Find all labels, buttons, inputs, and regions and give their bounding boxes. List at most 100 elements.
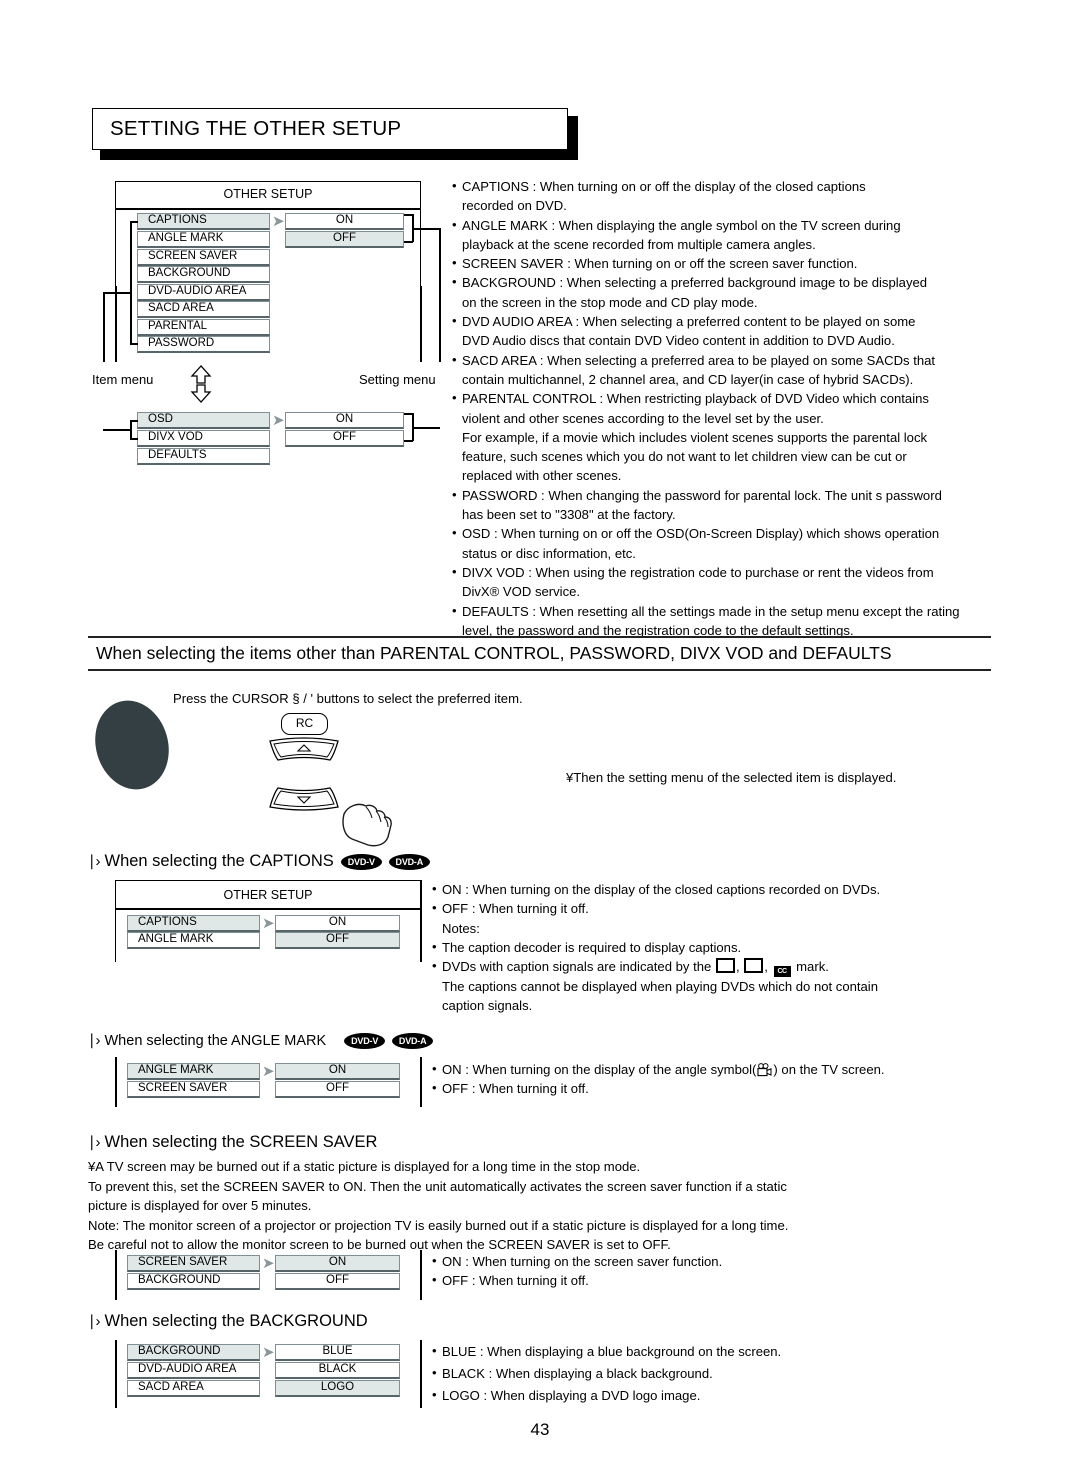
captions-osd-divider	[116, 908, 420, 910]
ss-para-line: ¥A TV screen may be burned out if a stat…	[88, 1159, 641, 1174]
angle-mark-notes-list: ON : When turning on the display of the …	[432, 1059, 977, 1099]
lower-setting-bracket-bottom	[404, 440, 413, 442]
desc-line: DIVX VOD : When using the registration c…	[452, 562, 982, 582]
captions-mark-line-post: mark.	[796, 959, 829, 975]
desc-line: replaced with other scenes.	[462, 468, 622, 484]
desc-line: DEFAULTS : When resetting all the settin…	[452, 601, 982, 621]
ss-item-row-background[interactable]: BACKGROUND	[127, 1273, 260, 1290]
background-heading-text: When selecting the BACKGROUND	[104, 1312, 368, 1330]
bg-setting-row-black[interactable]: BLACK	[275, 1362, 400, 1379]
captions-item-row-captions[interactable]: CAPTIONS	[127, 915, 260, 932]
ss-left-rule	[115, 1250, 117, 1300]
chevron-right-icon-captions: ➤	[262, 915, 275, 932]
badge-dvd-v: DVD-V	[340, 853, 382, 870]
setting-frame-right	[420, 286, 422, 362]
captions-notes-list: ON : When turning on the display of the …	[432, 879, 977, 1016]
angle-item-row-angle-mark[interactable]: ANGLE MARK	[127, 1063, 260, 1080]
page-title: SETTING THE OTHER SETUP	[110, 117, 402, 140]
cursor-up-button-icon[interactable]	[268, 737, 340, 763]
lower-setting-leader-h	[412, 427, 440, 429]
caption-mark-icon-1	[715, 958, 735, 974]
lower-item-bracket-bottom	[130, 438, 138, 440]
desc-line: PASSWORD : When changing the password fo…	[452, 485, 982, 505]
page-number: 43	[530, 1420, 550, 1439]
desc-line: OSD : When turning on or off the OSD(On-…	[452, 523, 982, 543]
item-row-dvd-audio-area[interactable]: DVD-AUDIO AREA	[137, 284, 270, 301]
setting-row-off[interactable]: OFF	[285, 231, 404, 248]
feature-description-list: CAPTIONS : When turning on or off the di…	[452, 176, 982, 640]
bg-setting-row-blue[interactable]: BLUE	[275, 1344, 400, 1361]
section-arrow-icon-angle: ∣›	[88, 1032, 101, 1049]
osd-title-divider	[116, 208, 420, 210]
item-row-parental[interactable]: PARENTAL	[137, 319, 270, 336]
item-row-background[interactable]: BACKGROUND	[137, 266, 270, 283]
rc-button[interactable]: RC	[281, 713, 328, 735]
desc-line: playback at the scene recorded from mult…	[462, 236, 816, 252]
desc-line: PARENTAL CONTROL : When restricting play…	[452, 388, 982, 408]
angle-left-rule	[115, 1057, 117, 1107]
captions-setting-row-off[interactable]: OFF	[275, 932, 400, 949]
captions-section-heading: ∣› When selecting the CAPTIONS DVD-V DVD-A	[88, 852, 430, 871]
bg-item-row-background[interactable]: BACKGROUND	[127, 1344, 260, 1361]
ss-setting-row-on[interactable]: ON	[275, 1255, 400, 1272]
angle-setting-row-on[interactable]: ON	[275, 1063, 400, 1080]
angle-on-pre: ON : When turning on the display of the …	[442, 1062, 757, 1077]
caption-mark-icon-2	[744, 958, 764, 974]
item-row-password[interactable]: PASSWORD	[137, 336, 270, 353]
item-row-screen-saver[interactable]: SCREEN SAVER	[137, 249, 270, 266]
cursor-down-button-icon[interactable]	[268, 785, 340, 811]
desc-line: CAPTIONS : When turning on or off the di…	[452, 176, 982, 196]
setting-bracket-bottom	[404, 241, 413, 243]
feature-descriptions: CAPTIONS : When turning on or off the di…	[452, 176, 982, 640]
captions-notes-label: Notes:	[442, 920, 480, 936]
desc-line: contain multichannel, 2 channel area, an…	[462, 371, 914, 387]
chevron-right-icon-ss: ➤	[262, 1255, 275, 1272]
item-leader-v	[103, 292, 105, 362]
captions-osd-title: OTHER SETUP	[223, 888, 313, 902]
captions-note-line: The captions cannot be displayed when pl…	[442, 979, 879, 995]
setting-leader-h	[412, 228, 440, 230]
item-row-osd[interactable]: OSD	[137, 412, 270, 429]
item-bracket-top	[130, 221, 138, 223]
step-bullet-ellipse	[84, 691, 180, 799]
bg-item-row-dvd-audio-area[interactable]: DVD-AUDIO AREA	[127, 1362, 260, 1379]
badge-dvd-a: DVD-A	[388, 853, 430, 870]
closed-caption-icon: CC	[773, 966, 791, 978]
setting-row-off-lower[interactable]: OFF	[285, 430, 404, 447]
captions-note-line-marks: DVDs with caption signals are indicated …	[432, 956, 977, 978]
screen-saver-notes: ON : When turning on the screen saver fu…	[432, 1251, 977, 1291]
section-heading: When selecting the items other than PARE…	[96, 643, 892, 663]
page-title-banner: SETTING THE OTHER SETUP	[92, 108, 578, 160]
ss-para-line: picture is displayed for over 5 minutes.	[88, 1198, 312, 1214]
captions-divider-vline	[420, 880, 422, 962]
item-row-angle-mark[interactable]: ANGLE MARK	[137, 231, 270, 248]
item-row-divx-vod[interactable]: DIVX VOD	[137, 430, 270, 447]
setting-leader-v	[439, 228, 441, 362]
captions-item-row-angle-mark[interactable]: ANGLE MARK	[127, 932, 260, 949]
setting-row-on-lower[interactable]: ON	[285, 412, 404, 429]
captions-note-line: The caption decoder is required to displ…	[432, 937, 977, 957]
desc-line: on the screen in the stop mode and CD pl…	[462, 294, 758, 310]
setting-bracket-top	[404, 214, 413, 216]
bg-setting-row-logo[interactable]: LOGO	[275, 1380, 400, 1397]
desc-line: has been set to "3308" at the factory.	[462, 507, 676, 523]
item-row-sacd-area[interactable]: SACD AREA	[137, 301, 270, 318]
background-notes: BLUE : When displaying a blue background…	[432, 1340, 977, 1407]
ss-para-line: To prevent this, set the SCREEN SAVER to…	[88, 1178, 787, 1194]
desc-line: SCREEN SAVER : When turning on or off th…	[452, 253, 982, 273]
bg-item-row-sacd-area[interactable]: SACD AREA	[127, 1380, 260, 1397]
ss-setting-row-off[interactable]: OFF	[275, 1273, 400, 1290]
pointing-hand-icon	[342, 803, 392, 847]
captions-setting-row-on[interactable]: ON	[275, 915, 400, 932]
item-row-captions[interactable]: CAPTIONS	[137, 213, 270, 230]
lower-item-bracket-top	[130, 420, 138, 422]
ss-item-row-screen-saver[interactable]: SCREEN SAVER	[127, 1255, 260, 1272]
osd-screen-title: OTHER SETUP	[223, 187, 313, 201]
section-arrow-icon-ss: ∣›	[88, 1134, 101, 1151]
item-row-defaults[interactable]: DEFAULTS	[137, 448, 270, 465]
angle-camera-icon	[757, 1063, 772, 1077]
setting-row-on[interactable]: ON	[285, 213, 404, 230]
background-notes-list: BLUE : When displaying a blue background…	[432, 1340, 977, 1407]
angle-setting-row-off[interactable]: OFF	[275, 1081, 400, 1098]
angle-item-row-screen-saver[interactable]: SCREEN SAVER	[127, 1081, 260, 1098]
